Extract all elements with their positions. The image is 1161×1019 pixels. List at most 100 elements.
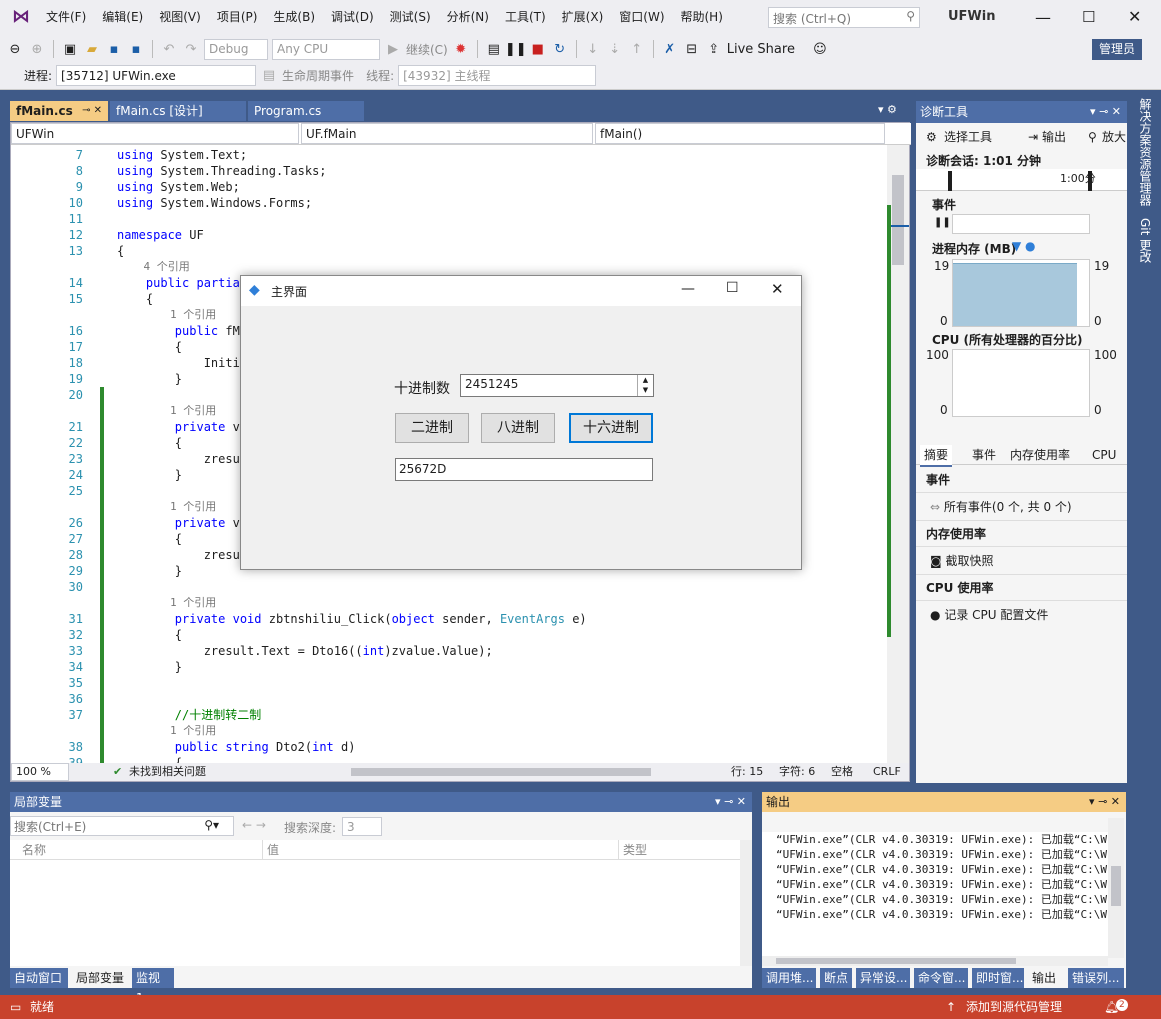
back-icon[interactable]: ⊖ <box>6 40 24 58</box>
tab-program-cs[interactable]: Program.cs <box>248 101 364 121</box>
output-tab-5[interactable]: 输出 <box>1028 968 1064 988</box>
step-into-icon[interactable]: ↓ <box>584 40 602 58</box>
locals-tab-0[interactable]: 自动窗口 <box>10 968 68 988</box>
diag-tab-2[interactable]: 内存使用率 <box>1006 445 1074 465</box>
diag-pin-icon[interactable]: ▾ ⊸ ✕ <box>1090 101 1121 123</box>
redo-icon[interactable]: ↷ <box>182 40 200 58</box>
code-line[interactable] <box>117 691 883 707</box>
app-minimize-button[interactable]: — <box>681 281 695 297</box>
code-line[interactable]: using System.Threading.Tasks; <box>117 163 883 179</box>
locals-tab-2[interactable]: 监视 1 <box>132 968 174 1005</box>
codelens-refs[interactable]: 1 个引用 <box>117 723 883 739</box>
continue-label[interactable]: 继续(C) <box>406 41 448 58</box>
hot-reload-icon[interactable]: ✹ <box>452 40 470 58</box>
gear-icon[interactable]: ⚙ <box>926 125 937 149</box>
diag-tab-3[interactable]: CPU <box>1088 445 1120 465</box>
output-hscroll[interactable] <box>762 956 1108 966</box>
menu-item-2[interactable]: 视图(V) <box>151 0 209 34</box>
vertical-scrollbar[interactable] <box>887 145 909 763</box>
config-select[interactable]: Debug <box>204 38 268 60</box>
output-tab-4[interactable]: 即时窗... <box>972 968 1024 988</box>
tab-fmain-designer[interactable]: fMain.cs [设计] <box>110 101 246 121</box>
continue-icon[interactable]: ▶ <box>384 40 402 58</box>
process-select[interactable]: [35712] UFWin.exe <box>56 65 257 86</box>
code-line[interactable]: } <box>117 659 883 675</box>
select-tools-button[interactable]: 选择工具 <box>944 125 992 149</box>
hex-button[interactable]: 十六进制 <box>569 413 653 443</box>
issues-label[interactable]: 未找到相关问题 <box>129 763 206 781</box>
new-project-icon[interactable]: ▣ <box>61 40 79 58</box>
menu-item-5[interactable]: 调试(D) <box>323 0 382 34</box>
col-name[interactable]: 名称 <box>22 840 46 860</box>
app-close-button[interactable]: ✕ <box>771 280 784 298</box>
search-box[interactable]: 搜索 (Ctrl+Q) ⚲ <box>768 7 920 28</box>
close-button[interactable]: ✕ <box>1128 7 1148 26</box>
code-line[interactable]: { <box>117 243 883 259</box>
code-line[interactable]: { <box>117 627 883 643</box>
result-field[interactable]: 25672D <box>395 458 653 481</box>
tab-fmain-cs[interactable]: fMain.cs ⊸ ✕ <box>10 101 108 121</box>
menu-item-9[interactable]: 扩展(X) <box>554 0 612 34</box>
zoom-select[interactable]: 100 % <box>11 763 69 781</box>
output-tab-2[interactable]: 异常设... <box>856 968 910 988</box>
output-tab-0[interactable]: 调用堆... <box>762 968 816 988</box>
code-line[interactable]: using System.Windows.Forms; <box>117 195 883 211</box>
step-out-icon[interactable]: ↑ <box>628 40 646 58</box>
code-line[interactable]: using System.Web; <box>117 179 883 195</box>
menu-item-11[interactable]: 帮助(H) <box>673 0 731 34</box>
code-line[interactable]: private void zbtnshiliu_Click(object sen… <box>117 611 883 627</box>
locals-tab-1[interactable]: 局部变量 <box>72 968 130 988</box>
lifecycle-label[interactable]: 生命周期事件 <box>282 67 354 84</box>
menu-item-8[interactable]: 工具(T) <box>497 0 554 34</box>
codelens-refs[interactable]: 4 个引用 <box>117 259 883 275</box>
pause-icon[interactable]: ❚❚ <box>505 40 527 58</box>
side-tab-git-changes[interactable]: Git 更改 <box>1134 218 1154 263</box>
undo-icon[interactable]: ↶ <box>160 40 178 58</box>
nav-project[interactable]: UFWin <box>11 123 299 144</box>
save-all-icon[interactable]: ▪ <box>127 40 145 58</box>
diag-tab-1[interactable]: 事件 <box>968 445 1000 465</box>
code-line[interactable]: using System.Text; <box>117 147 883 163</box>
locals-nav-icon[interactable]: ← → <box>242 818 266 832</box>
menu-item-0[interactable]: 文件(F) <box>38 0 94 34</box>
source-control-icon[interactable]: ↑ <box>946 995 956 1019</box>
side-tab-solution-explorer[interactable]: 解决方案资源管理器 <box>1134 98 1154 206</box>
menu-item-7[interactable]: 分析(N) <box>439 0 497 34</box>
diag-icon[interactable]: ✗ <box>661 40 679 58</box>
bookmark-icon[interactable]: ⊟ <box>683 40 701 58</box>
zoom-icon[interactable]: ⚲ <box>1088 125 1097 149</box>
menu-item-4[interactable]: 生成(B) <box>265 0 323 34</box>
codelens-refs[interactable]: 1 个引用 <box>117 595 883 611</box>
step-over-icon[interactable]: ⇣ <box>606 40 624 58</box>
restart-icon[interactable]: ↻ <box>551 40 569 58</box>
live-share-icon[interactable]: ⇪ <box>705 40 723 58</box>
output-icon[interactable]: ⇥ <box>1028 125 1038 149</box>
output-tab-6[interactable]: 错误列... <box>1068 968 1124 988</box>
output-tab-1[interactable]: 断点 <box>820 968 852 988</box>
save-icon[interactable]: ▪ <box>105 40 123 58</box>
code-line[interactable]: public string Dto2(int d) <box>117 739 883 755</box>
stop-icon[interactable]: ■ <box>529 40 547 58</box>
spinner-icon[interactable]: ▲ ▼ <box>637 375 653 396</box>
add-source-control[interactable]: 添加到源代码管理 <box>966 995 1062 1019</box>
output-tab-3[interactable]: 命令窗... <box>914 968 968 988</box>
platform-select[interactable]: Any CPU <box>272 38 380 60</box>
output-vscroll[interactable] <box>1108 818 1124 958</box>
decimal-input[interactable]: 2451245 ▲ ▼ <box>460 374 654 397</box>
timeline[interactable]: 1:00分 <box>916 169 1127 191</box>
code-line[interactable] <box>117 579 883 595</box>
locals-pin-icon[interactable]: ▾ ⊸ ✕ <box>715 792 746 812</box>
menu-item-3[interactable]: 项目(P) <box>209 0 266 34</box>
menu-item-6[interactable]: 测试(S) <box>382 0 439 34</box>
open-icon[interactable]: ▰ <box>83 40 101 58</box>
menu-item-10[interactable]: 窗口(W) <box>611 0 672 34</box>
all-events-link[interactable]: ⇔ 所有事件(0 个, 共 0 个) <box>916 493 1127 521</box>
lifecycle-icon[interactable]: ▤ <box>260 67 278 85</box>
zoom-button[interactable]: 放大 <box>1102 125 1126 149</box>
minimize-button[interactable]: — <box>1035 8 1055 27</box>
code-line[interactable]: zresult.Text = Dto16((int)zvalue.Value); <box>117 643 883 659</box>
code-line[interactable]: //十进制转二制 <box>117 707 883 723</box>
output-text[interactable]: “UFWin.exe”(CLR v4.0.30319: UFWin.exe): … <box>762 832 1108 956</box>
events-pause-icon[interactable]: ❚❚ <box>934 217 951 228</box>
browser-icon[interactable]: ▤ <box>485 40 503 58</box>
